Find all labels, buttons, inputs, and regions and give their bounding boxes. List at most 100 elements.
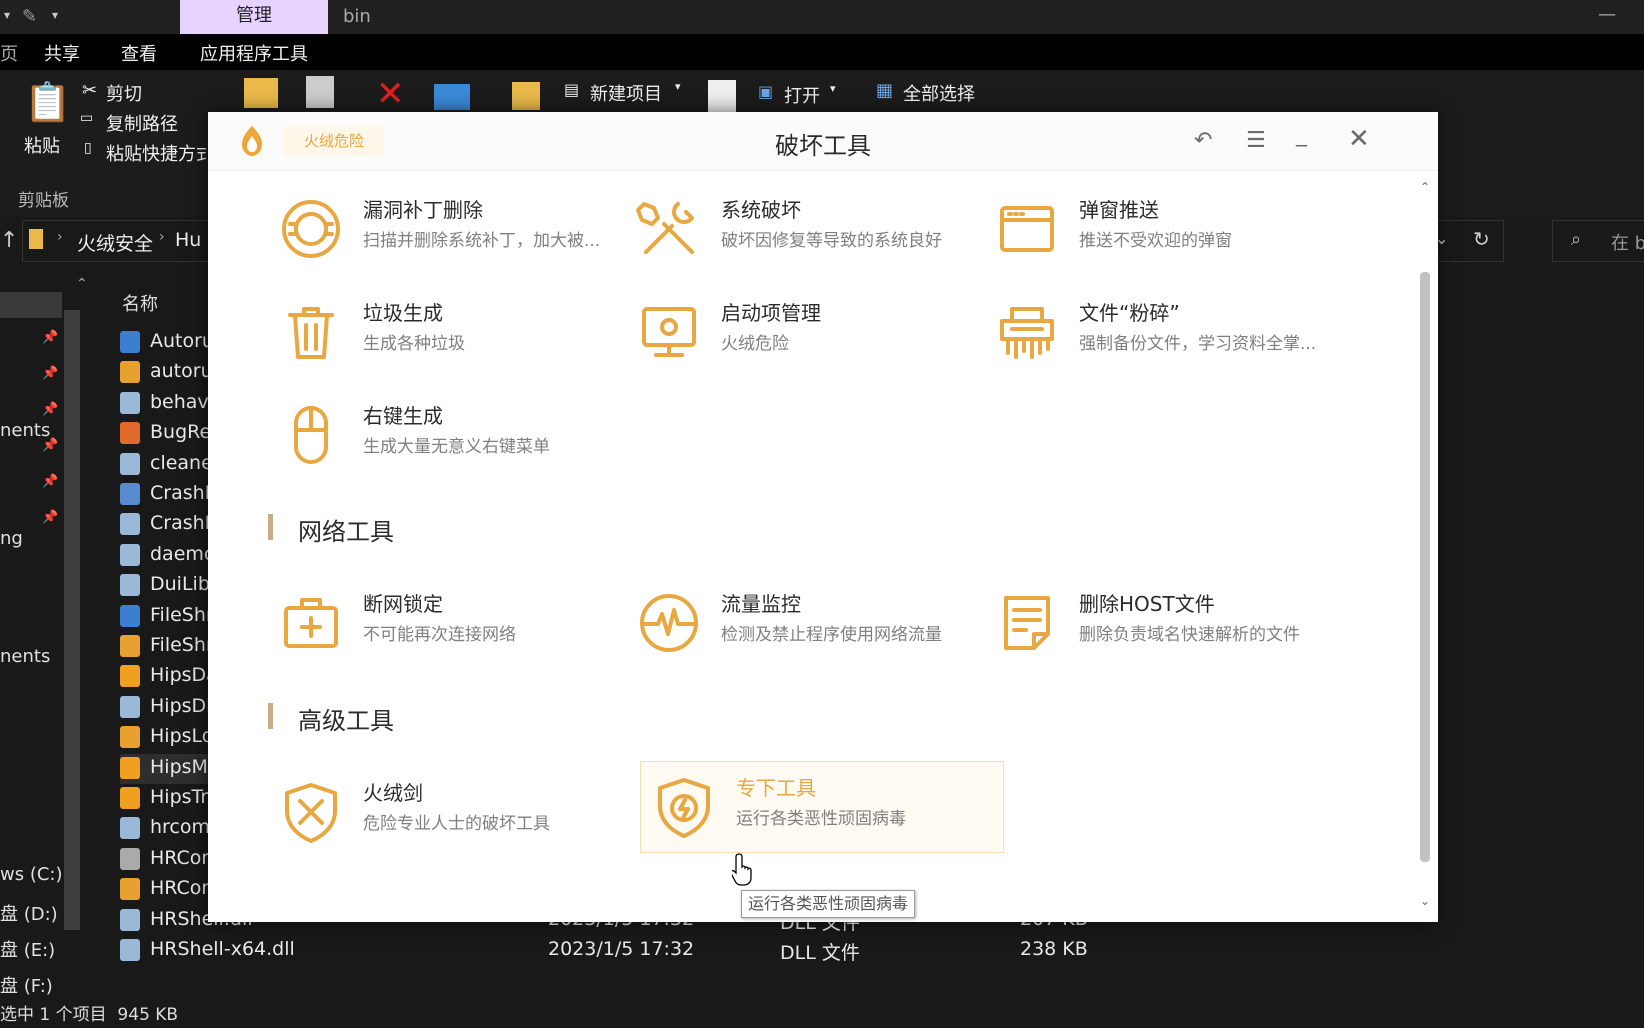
copy-path-icon[interactable]: ▭ <box>80 110 93 126</box>
clipboard-group-label: 剪贴板 <box>18 191 69 211</box>
breadcrumb-item[interactable]: 火绒安全 <box>77 229 153 256</box>
open-icon[interactable]: ▣ <box>758 82 773 101</box>
file-name: HipsM <box>150 755 208 778</box>
nav-drive-f[interactable]: 盘 (F:) <box>0 972 53 998</box>
dialog-header: 火绒危险 破坏工具 ↶ ☰ _ ✕ <box>208 112 1438 171</box>
tool-title: 文件“粉碎” <box>1079 301 1180 325</box>
archive-icon <box>120 361 140 384</box>
properties-check-icon[interactable] <box>708 80 736 112</box>
up-arrow-icon[interactable]: ↑ <box>0 228 18 253</box>
file-name: HRCon <box>150 846 214 869</box>
file-row[interactable]: HRShell-x64.dll 2023/1/5 17:32 DLL 文件 238 K… <box>120 936 1240 966</box>
manage-tab[interactable]: 管理 <box>180 0 328 34</box>
search-box[interactable]: ⌕ 在 b <box>1552 220 1644 262</box>
pin-icon: 📌 <box>42 510 59 525</box>
tool-title: 系统破坏 <box>721 198 801 222</box>
tool-title: 右键生成 <box>363 404 443 428</box>
tool-junk-generate[interactable]: 垃圾生成 生成各种垃圾 <box>266 289 626 375</box>
column-header-name[interactable]: 名称 <box>122 290 158 316</box>
nav-item[interactable]: ng <box>0 528 23 549</box>
chevron-right-icon: › <box>159 229 165 245</box>
tool-traffic-monitor[interactable]: 流量监控 检测及禁止程序使用网络流量 <box>624 580 984 666</box>
tool-delete-hosts[interactable]: 删除HOST文件 删除负责域名快速解析的文件 <box>982 580 1342 666</box>
wrench-screwdriver-icon <box>636 202 694 254</box>
tool-system-destroy[interactable]: 系统破坏 破坏因修复等导致的系统良好 <box>624 186 984 272</box>
tool-special-kill[interactable]: 专下工具 运行各类恶性顽固病毒 <box>640 761 1004 853</box>
tool-context-menu-generate[interactable]: 右键生成 生成大量无意义右键菜单 <box>266 392 626 478</box>
properties-icon[interactable]: ✎ <box>22 6 37 27</box>
open-button[interactable]: 打开 <box>784 82 820 108</box>
tool-patch-delete[interactable]: 漏洞补丁删除 扫描并删除系统补丁，加大被... <box>266 186 626 272</box>
rename-icon[interactable] <box>434 84 470 110</box>
tool-startup-manage[interactable]: 启动项管理 火绒危险 <box>624 289 984 375</box>
mouse-icon <box>294 406 328 464</box>
dll-icon <box>120 695 140 718</box>
back-icon[interactable]: ↶ <box>1194 128 1212 153</box>
tool-file-shred[interactable]: 文件“粉碎” 强制备份文件，学习资料全掌... <box>982 289 1342 375</box>
copy-to-icon[interactable] <box>306 76 334 108</box>
nav-item[interactable]: nents <box>0 646 50 667</box>
new-item-icon[interactable]: ▤ <box>564 80 579 99</box>
cut-button[interactable]: 剪切 <box>106 80 142 106</box>
nav-scrollbar[interactable] <box>64 310 80 930</box>
refresh-icon[interactable]: ↻ <box>1473 227 1490 251</box>
new-item-button[interactable]: 新建项目 <box>590 80 662 106</box>
move-to-folder-icon[interactable] <box>244 78 278 108</box>
tool-desc: 危险专业人士的破坏工具 <box>363 814 550 834</box>
ribbon-tab-partial[interactable]: 页 <box>0 40 18 66</box>
file-name: HipsLo <box>150 725 214 748</box>
select-all-button[interactable]: 全部选择 <box>903 80 975 106</box>
explorer-titlebar: ▾ ✎ ▾ 管理 bin — <box>0 0 1644 34</box>
nav-drive-c[interactable]: ws (C:) <box>0 864 63 885</box>
navigation-pane: 📌 📌 nents 📌 📌 📌 ng 📌 nents ws (C:) 盘 (D:… <box>0 280 90 998</box>
scroll-down-icon[interactable]: ⌄ <box>1420 894 1430 908</box>
tool-desc: 推送不受欢迎的弹窗 <box>1079 231 1232 251</box>
copy-path-button[interactable]: 复制路径 <box>106 110 178 136</box>
hand-cursor-icon <box>732 853 752 886</box>
menu-icon[interactable]: ☰ <box>1246 128 1266 153</box>
delete-icon[interactable]: ✕ <box>376 74 405 114</box>
tool-title: 流量监控 <box>721 592 801 616</box>
scroll-up-icon[interactable]: ⌃ <box>1420 180 1430 194</box>
section-network-tools: 网络工具 <box>268 512 394 547</box>
tool-desc: 生成大量无意义右键菜单 <box>363 437 550 457</box>
pin-icon: 📌 <box>42 402 59 417</box>
paste-button[interactable]: 粘贴 <box>24 132 60 158</box>
nav-drive-d[interactable]: 盘 (D:) <box>0 900 58 926</box>
pin-icon: 📌 <box>42 366 59 381</box>
file-name: behavi <box>150 390 214 413</box>
tab-share[interactable]: 共享 <box>44 40 80 66</box>
close-icon[interactable]: ✕ <box>1348 124 1370 154</box>
file-size: 238 KB <box>1020 938 1088 960</box>
shield-icon <box>120 787 140 809</box>
sort-up-icon[interactable]: ⌃ <box>76 276 88 292</box>
new-item-dropdown-icon[interactable]: ▾ <box>675 80 681 93</box>
paste-shortcut-icon[interactable]: ▯ <box>84 140 92 156</box>
dll-icon <box>120 817 140 840</box>
file-name: HRShell-x64.dll <box>150 938 295 960</box>
tab-app-tools[interactable]: 应用程序工具 <box>200 40 308 66</box>
open-dropdown-icon[interactable]: ▾ <box>830 82 836 95</box>
tool-desc: 强制备份文件，学习资料全掌... <box>1079 334 1317 354</box>
tool-popup-push[interactable]: 弹窗推送 推送不受欢迎的弹窗 <box>982 186 1342 272</box>
tool-huorong-sword[interactable]: 火绒剑 危险专业人士的破坏工具 <box>266 769 626 855</box>
breadcrumb-item[interactable]: Hu <box>175 229 201 251</box>
new-folder-icon[interactable] <box>512 82 540 110</box>
tool-desc: 不可能再次连接网络 <box>363 625 516 645</box>
tab-view[interactable]: 查看 <box>121 40 157 66</box>
customize-toolbar-icon[interactable]: ▾ <box>52 8 58 22</box>
tool-desc: 生成各种垃圾 <box>363 334 465 354</box>
nav-drive-e[interactable]: 盘 (E:) <box>0 936 55 962</box>
tool-network-lock[interactable]: 断网锁定 不可能再次连接网络 <box>266 580 626 666</box>
minimize-icon[interactable]: — <box>1598 4 1616 25</box>
scissors-icon[interactable]: ✂ <box>82 80 97 101</box>
paste-shortcut-button[interactable]: 粘贴快捷方式 <box>106 140 206 166</box>
pin-icon: 📌 <box>42 330 59 345</box>
nav-selected-item[interactable] <box>0 292 62 318</box>
dialog-scrollbar-thumb[interactable] <box>1420 272 1430 862</box>
clipboard-icon[interactable]: 📋 <box>24 80 71 125</box>
select-all-icon[interactable]: ▦ <box>876 80 893 101</box>
dll-icon <box>120 908 140 931</box>
minimize-icon[interactable]: _ <box>1296 122 1307 147</box>
quick-access-dropdown-icon[interactable]: ▾ <box>4 8 10 22</box>
